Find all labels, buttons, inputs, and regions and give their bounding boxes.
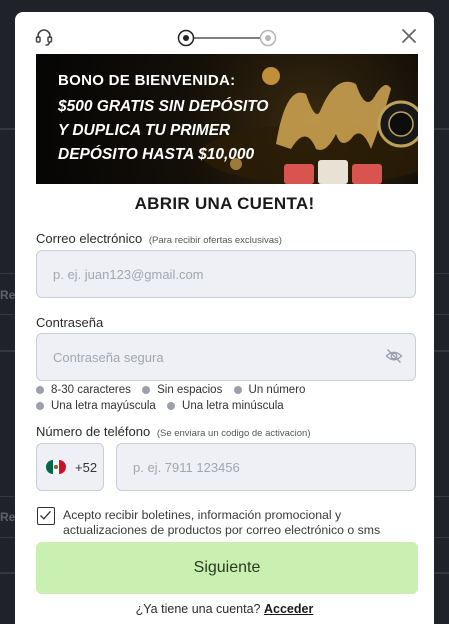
- password-rule: 8-30 caracteres: [36, 384, 131, 396]
- close-icon[interactable]: [401, 28, 417, 44]
- email-label-text: Correo electrónico: [36, 231, 143, 246]
- banner-offer-line: Y DUPLICA TU PRIMER: [58, 122, 231, 139]
- password-rule: Una letra mayúscula: [36, 400, 156, 412]
- country-code-selector[interactable]: +52: [36, 443, 104, 491]
- signup-modal: BONO DE BIENVENIDA: $500 GRATIS SIN DEPÓ…: [15, 12, 434, 624]
- password-rule: Un número: [233, 384, 305, 396]
- eye-slash-icon[interactable]: [385, 347, 403, 365]
- login-prompt: ¿Ya tiene una cuenta? Acceder: [15, 602, 434, 616]
- consent-checkbox[interactable]: [37, 507, 55, 525]
- consent-text: Acepto recibir boletines, información pr…: [63, 508, 381, 537]
- password-field[interactable]: [36, 333, 416, 381]
- password-label: Contraseña: [36, 315, 104, 330]
- email-field[interactable]: [36, 250, 416, 298]
- banner-text: BONO DE BIENVENIDA: $500 GRATIS SIN DEPÓ…: [58, 72, 268, 167]
- password-rules: 8-30 caracteres Sin espacios Un número: [36, 384, 313, 397]
- country-code: +52: [75, 459, 98, 475]
- phone-hint: (Se enviara un codigo de activacion): [156, 428, 311, 439]
- login-link[interactable]: Acceder: [264, 602, 313, 616]
- banner-offer-line: $500 GRATIS SIN DEPÓSITO: [58, 98, 269, 115]
- phone-label-text: Número de teléfono: [36, 424, 151, 439]
- modal-header: [15, 12, 434, 56]
- promo-banner: BONO DE BIENVENIDA: $500 GRATIS SIN DEPÓ…: [36, 54, 418, 184]
- password-rule: Una letra minúscula: [167, 400, 284, 412]
- mexico-flag-icon: [46, 460, 66, 474]
- password-rules: Una letra mayúscula Una letra minúscula: [36, 400, 292, 413]
- email-hint: (Para recibir ofertas exclusivas): [148, 235, 282, 246]
- banner-headline: BONO DE BIENVENIDA:: [58, 72, 236, 89]
- page-title: ABRIR UNA CUENTA!: [134, 194, 315, 213]
- login-prompt-text: ¿Ya tiene una cuenta?: [135, 602, 261, 616]
- password-rule: Sin espacios: [142, 384, 222, 396]
- step-progress: [177, 29, 277, 47]
- phone-label: Número de teléfono (Se enviara un codigo…: [36, 424, 311, 439]
- next-button[interactable]: Siguiente: [36, 542, 418, 594]
- email-label: Correo electrónico (Para recibir ofertas…: [36, 231, 282, 246]
- phone-field[interactable]: [116, 443, 416, 491]
- banner-offer-line: DEPÓSITO HASTA $10,000: [58, 146, 255, 163]
- checkmark-icon: [40, 510, 51, 520]
- headset-icon[interactable]: [34, 27, 54, 47]
